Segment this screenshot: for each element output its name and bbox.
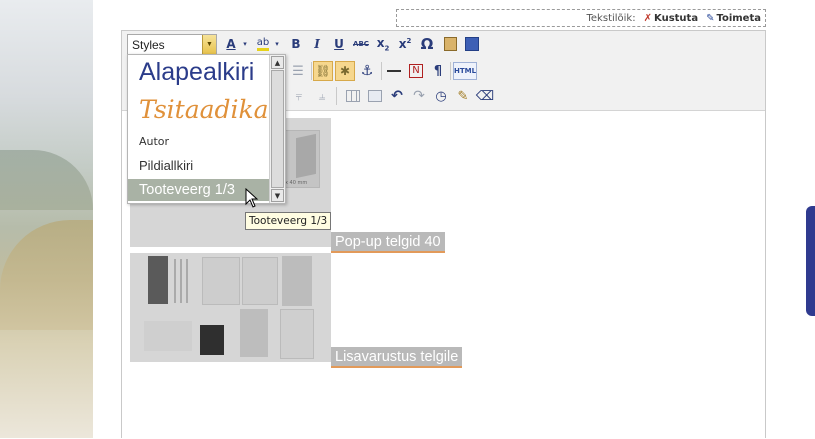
highlight-icon: ab bbox=[256, 37, 270, 51]
eraser-icon: ⌫ bbox=[475, 88, 495, 104]
table-merge-icon: ⫧ bbox=[295, 88, 303, 103]
bold-icon: B bbox=[291, 37, 301, 51]
text-color-dropdown[interactable]: ▾ bbox=[241, 34, 249, 54]
anchor-icon: ⚓ bbox=[360, 63, 374, 79]
cleanup-button[interactable]: ✎ bbox=[453, 86, 473, 106]
background-color-dropdown[interactable]: ▾ bbox=[273, 34, 281, 54]
edit-icon: ✎ bbox=[706, 12, 715, 24]
undo-button[interactable]: ↶ bbox=[387, 86, 407, 106]
html-source-button[interactable]: HTML bbox=[453, 62, 477, 80]
background-field bbox=[0, 220, 93, 330]
table-properties-button[interactable] bbox=[365, 86, 385, 106]
remove-format-button[interactable]: N bbox=[406, 61, 426, 81]
italic-button[interactable]: I bbox=[307, 34, 327, 54]
table-button[interactable] bbox=[343, 86, 363, 106]
mouse-cursor-icon bbox=[245, 188, 259, 208]
side-tab[interactable] bbox=[806, 206, 815, 316]
omega-icon: Ω bbox=[420, 35, 434, 53]
bold-button[interactable]: B bbox=[286, 34, 306, 54]
superscript-icon: x2 bbox=[398, 37, 412, 51]
italic-icon: I bbox=[314, 37, 320, 51]
paste-button[interactable] bbox=[440, 34, 460, 54]
special-char-button[interactable]: Ω bbox=[417, 34, 437, 54]
text-color-button[interactable]: A bbox=[221, 34, 241, 54]
table-split-button[interactable]: ⫨ bbox=[312, 86, 332, 106]
brush-icon: ✎ bbox=[457, 88, 469, 104]
accessory-clamp bbox=[240, 309, 268, 357]
undo-icon: ↶ bbox=[391, 88, 403, 104]
product-photo-box-edge bbox=[296, 133, 316, 179]
accessory-leg bbox=[282, 256, 312, 306]
scroll-down-icon[interactable]: ▼ bbox=[271, 189, 284, 202]
styles-combo-value: Styles bbox=[132, 37, 165, 52]
strikethrough-button[interactable]: ABC bbox=[351, 34, 371, 54]
accessory-stakes bbox=[144, 321, 192, 351]
time-button[interactable]: ◷ bbox=[431, 86, 451, 106]
accessory-cover bbox=[280, 309, 314, 359]
chevron-down-icon[interactable]: ▼ bbox=[202, 35, 216, 54]
horizontal-rule-button[interactable] bbox=[384, 61, 404, 81]
anchor-button[interactable]: ⚓ bbox=[357, 61, 377, 81]
accessory-frame-1 bbox=[202, 257, 240, 305]
accessory-poles bbox=[174, 259, 192, 303]
table-properties-icon bbox=[368, 90, 382, 102]
delete-button[interactable]: ✗ Kustuta bbox=[644, 13, 698, 24]
underline-button[interactable]: U bbox=[329, 34, 349, 54]
tooltip: Tooteveerg 1/3 bbox=[245, 212, 332, 230]
delete-label: Kustuta bbox=[654, 12, 699, 24]
remove-format-icon: N bbox=[409, 64, 423, 78]
style-option-alapealkiri[interactable]: Alapealkiri bbox=[128, 57, 271, 87]
redo-icon: ↷ bbox=[413, 88, 425, 104]
background-hill bbox=[0, 150, 93, 210]
link-icon: ⛓ bbox=[315, 64, 331, 78]
table-merge-button[interactable]: ⫧ bbox=[288, 86, 310, 106]
show-blocks-button[interactable]: ¶ bbox=[428, 61, 448, 81]
edit-label: Toimeta bbox=[716, 12, 761, 24]
background-color-button[interactable]: ab bbox=[253, 34, 273, 54]
style-option-tsitaadikast[interactable]: Tsitaadikast bbox=[128, 93, 285, 129]
pilcrow-icon: ¶ bbox=[433, 63, 443, 79]
text-color-icon: A bbox=[226, 37, 236, 51]
paragraph-edit-bar: Tekstilõik: ✗ Kustuta ✎ Toimeta bbox=[396, 9, 766, 27]
clock-icon: ◷ bbox=[435, 88, 447, 104]
superscript-button[interactable]: x2 bbox=[395, 34, 415, 54]
horizontal-rule-icon bbox=[387, 70, 401, 72]
underline-icon: U bbox=[334, 37, 344, 51]
table-split-icon: ⫨ bbox=[318, 88, 326, 103]
indent-icon: ☰ bbox=[292, 63, 304, 79]
edit-button[interactable]: ✎ Toimeta bbox=[706, 13, 761, 24]
product-image-accessories[interactable] bbox=[130, 253, 331, 362]
style-option-autor[interactable]: Autor bbox=[128, 134, 271, 150]
eraser-button[interactable]: ⌫ bbox=[475, 86, 495, 106]
chevron-down-icon: ▾ bbox=[243, 40, 247, 48]
paste-icon bbox=[443, 37, 457, 51]
strikethrough-icon: ABC bbox=[353, 40, 369, 48]
scroll-up-icon[interactable]: ▲ bbox=[271, 56, 284, 69]
paste-from-word-button[interactable] bbox=[462, 34, 482, 54]
scrollbar-thumb[interactable] bbox=[271, 70, 284, 188]
unlink-icon: ✱ bbox=[339, 64, 351, 78]
table-icon bbox=[346, 90, 360, 102]
accessory-frame-2 bbox=[242, 257, 278, 305]
paste-word-icon bbox=[465, 37, 479, 51]
product-caption[interactable]: Lisavarustus telgile bbox=[331, 347, 463, 368]
subscript-icon: x2 bbox=[376, 35, 390, 53]
subscript-button[interactable]: x2 bbox=[373, 34, 393, 54]
product-caption[interactable]: Pop-up telgid 40 bbox=[331, 232, 445, 253]
redo-button[interactable]: ↷ bbox=[409, 86, 429, 106]
styles-dropdown[interactable]: Alapealkiri Tsitaadikast Autor Pildiallk… bbox=[127, 54, 286, 204]
indent-button[interactable]: ☰ bbox=[288, 61, 308, 81]
chevron-down-icon: ▾ bbox=[275, 40, 279, 48]
link-button[interactable]: ⛓ bbox=[313, 61, 333, 81]
accessory-weight-bag bbox=[200, 325, 224, 355]
delete-icon: ✗ bbox=[643, 12, 652, 24]
styles-combo[interactable]: Styles ▼ bbox=[127, 34, 217, 55]
background-landscape-image bbox=[0, 0, 93, 438]
style-option-pildiallkiri[interactable]: Pildiallkiri bbox=[128, 156, 271, 176]
html-label: HTML bbox=[453, 67, 477, 75]
paragraph-label: Tekstilõik: bbox=[586, 12, 636, 24]
accessory-bag bbox=[148, 256, 168, 304]
unlink-button[interactable]: ✱ bbox=[335, 61, 355, 81]
dropdown-scrollbar[interactable]: ▲ ▼ bbox=[269, 55, 285, 203]
